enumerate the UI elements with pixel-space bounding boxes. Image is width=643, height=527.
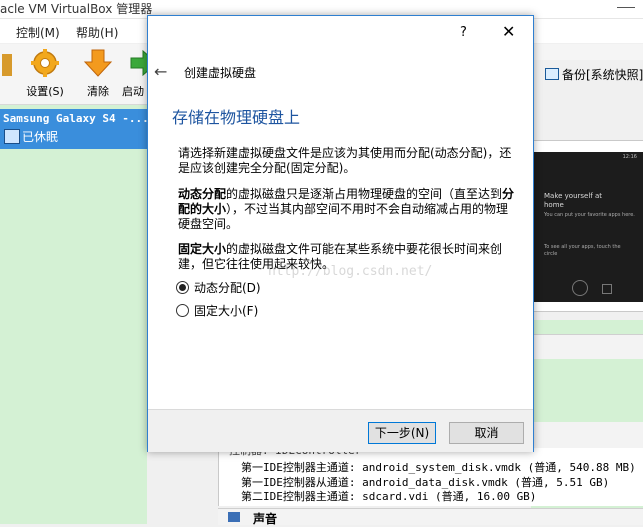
dialog-footer: 下一步(N) 取消: [148, 409, 533, 452]
page-heading: 存储在物理硬盘上: [172, 108, 301, 127]
vm-name: Samsung Galaxy S4 -...: [3, 112, 149, 125]
fixed-description: 固定大小的虚拟磁盘文件可能在某些系统中要花很长时间来创建，但它往往使用起来较快。: [178, 242, 503, 271]
new-icon: [2, 54, 12, 76]
start-button[interactable]: 启动: [119, 48, 147, 99]
next-button[interactable]: 下一步(N): [368, 422, 436, 444]
discard-button[interactable]: 清除: [72, 48, 124, 99]
home-circle-icon: [572, 280, 588, 296]
snapshots-label: 备份[系统快照]: [562, 68, 643, 82]
arrow-right-icon: [130, 49, 147, 77]
close-button[interactable]: ✕: [502, 22, 515, 41]
create-virtual-disk-dialog: ? ✕ ← 创建虚拟硬盘 存储在物理硬盘上 http://blog.csdn.n…: [147, 15, 534, 452]
settings-label: 设置(S): [26, 85, 64, 98]
cancel-button[interactable]: 取消: [449, 422, 524, 444]
storage-details: 控制器: IDEController 第一IDE控制器主通道: android_…: [218, 444, 643, 506]
vm-list-item[interactable]: Samsung Galaxy S4 -... 已休眠: [0, 109, 149, 149]
storage-section-header: [531, 422, 643, 450]
speaker-icon: [228, 512, 240, 522]
preview-text-3: To see all your apps, touch the circle: [544, 244, 621, 257]
window-title: acle VM VirtualBox 管理器: [0, 2, 153, 16]
vm-state: 已休眠: [22, 130, 59, 144]
saved-state-icon: [4, 129, 20, 144]
help-button[interactable]: ?: [460, 25, 467, 40]
audio-section-header[interactable]: 声音: [218, 508, 643, 526]
dynamic-description: 动态分配的虚拟磁盘只是逐渐占用物理硬盘的空间（直至达到分配的大小），不过当其内部…: [178, 187, 515, 231]
radio-dynamic-label: 动态分配(D): [194, 281, 261, 295]
menu-control[interactable]: 控制(M): [16, 24, 60, 41]
arrow-down-icon: [83, 49, 113, 77]
preview-text-2: You can put your favorite apps here.: [544, 212, 635, 218]
start-label: 启动: [122, 85, 144, 98]
dynamic-term: 动态分配: [178, 187, 227, 201]
discard-label: 清除: [87, 85, 109, 98]
minimize-button[interactable]: [617, 7, 635, 9]
storage-row: 第二IDE控制器主通道: sdcard.vdi (普通, 16.00 GB): [241, 490, 537, 503]
radio-button-checked[interactable]: [176, 281, 189, 294]
preview-screen: 12:16 Make yourself at home You can put y…: [534, 152, 643, 302]
audio-section-label: 声音: [253, 512, 278, 526]
radio-dynamic[interactable]: 动态分配(D): [176, 279, 261, 296]
preview-time: 12:16: [622, 154, 637, 160]
details-section-header: [531, 334, 643, 359]
intro-paragraph: 请选择新建虚拟硬盘文件是应该为其使用而分配(动态分配)，还是应该创建完全分配(固…: [178, 146, 512, 175]
radio-button[interactable]: [176, 304, 189, 317]
back-arrow-icon[interactable]: ←: [154, 62, 167, 81]
fixed-term: 固定大小: [178, 242, 227, 256]
dialog-title: 创建虚拟硬盘: [184, 66, 257, 80]
gear-icon: [31, 49, 59, 77]
radio-fixed-label: 固定大小(F): [194, 304, 259, 318]
recent-apps-icon: [602, 284, 612, 294]
settings-button[interactable]: 设置(S): [19, 48, 71, 99]
vm-list: Samsung Galaxy S4 -... 已休眠: [0, 105, 149, 524]
menu-help[interactable]: 帮助(H): [76, 24, 118, 41]
camera-icon: [545, 68, 559, 80]
storage-row: 第一IDE控制器主通道: android_system_disk.vmdk (普…: [241, 461, 636, 474]
snapshots-button[interactable]: 备份[系统快照]: [545, 66, 643, 83]
preview-text-1: Make yourself at home: [544, 192, 603, 209]
radio-fixed[interactable]: 固定大小(F): [176, 302, 258, 319]
